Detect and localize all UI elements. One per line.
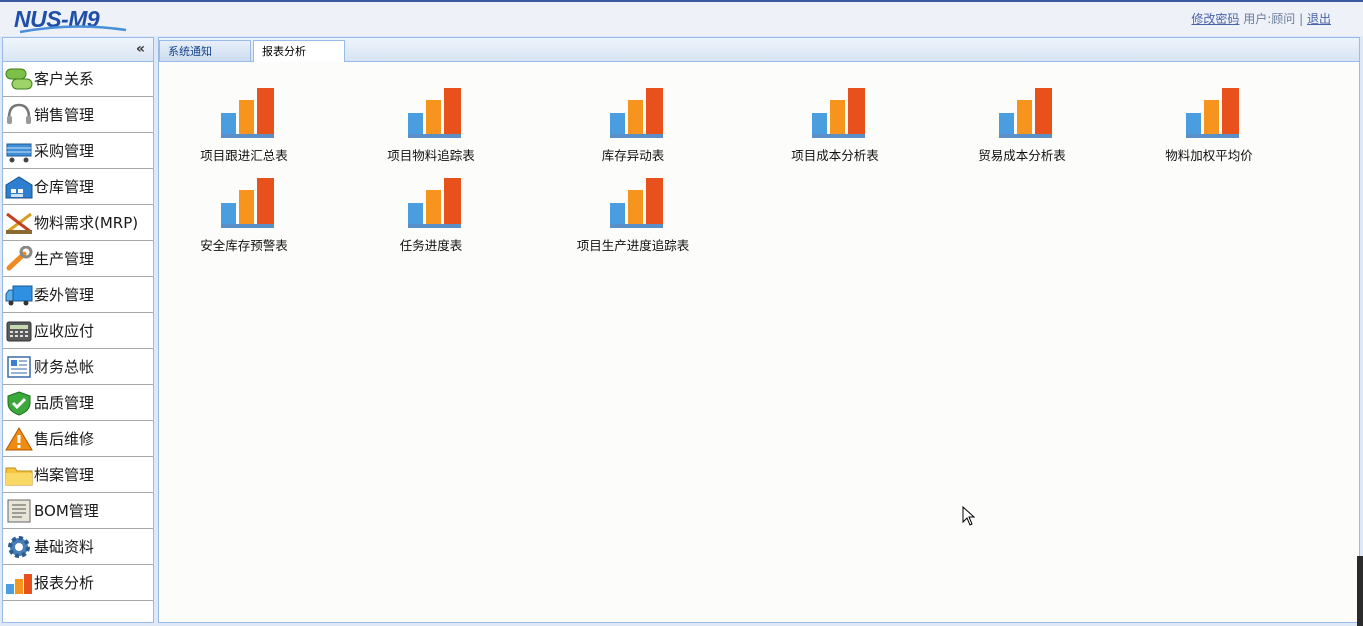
toolbar-separator: | — [1299, 12, 1304, 26]
sidebar: « 客户关系 销售管理 采购管理 仓库管理 物料需求(MRP) 生产管理 委外管… — [2, 37, 154, 623]
sidebar-item-label: 委外管理 — [34, 286, 95, 304]
sidebar-item-label: 物料需求(MRP) — [34, 214, 139, 232]
collapse-sidebar-icon[interactable]: « — [136, 41, 145, 57]
mouse-cursor-icon — [962, 506, 976, 526]
user-label: 用户:顾问 — [1243, 12, 1296, 26]
report-inventory-change[interactable]: 库存异动表 — [563, 87, 703, 167]
report-project-followup[interactable]: 项目跟进汇总表 — [174, 87, 314, 167]
header-bar: NUS-M9 修改密码 用户:顾问 | 退出 — [0, 0, 1363, 36]
bar-chart-icon — [408, 88, 461, 138]
report-label: 项目物料追踪表 — [387, 148, 475, 163]
sidebar-item-mrp[interactable]: 物料需求(MRP) — [3, 206, 153, 241]
sidebar-item-purchasing[interactable]: 采购管理 — [3, 134, 153, 169]
report-production-progress-trace[interactable]: 项目生产进度追踪表 — [563, 177, 703, 257]
report-label: 任务进度表 — [399, 238, 463, 253]
wrench-icon — [6, 246, 33, 271]
report-project-material-trace[interactable]: 项目物料追踪表 — [361, 87, 501, 167]
logout-link[interactable]: 退出 — [1307, 12, 1331, 26]
tab-bar: 系统通知 报表分析 — [159, 38, 1359, 62]
bar-chart-icon — [221, 88, 274, 138]
sidebar-item-label: 报表分析 — [34, 574, 95, 592]
bar-chart-icon — [610, 178, 663, 228]
tab-system-notice[interactable]: 系统通知 — [159, 40, 251, 61]
sidebar-item-label: 销售管理 — [34, 106, 95, 124]
sidebar-item-label: 档案管理 — [34, 466, 95, 484]
tools-icon — [6, 212, 32, 234]
sidebar-item-label: BOM管理 — [34, 502, 99, 520]
sidebar-item-label: 售后维修 — [34, 430, 95, 448]
bar-chart-icon — [1186, 88, 1239, 138]
sidebar-item-ledger[interactable]: 财务总帐 — [3, 350, 153, 385]
sidebar-item-reports[interactable]: 报表分析 — [3, 566, 153, 601]
sidebar-item-label: 应收应付 — [34, 322, 95, 340]
bar-chart-icon — [6, 574, 32, 594]
sidebar-item-label: 客户关系 — [34, 70, 95, 88]
sidebar-item-bom[interactable]: BOM管理 — [3, 494, 153, 529]
bar-chart-icon — [999, 88, 1052, 138]
sidebar-header: « — [3, 38, 153, 62]
truck-icon — [5, 285, 33, 306]
report-trade-cost[interactable]: 贸易成本分析表 — [952, 87, 1092, 167]
bar-chart-icon — [812, 88, 865, 138]
report-task-progress[interactable]: 任务进度表 — [361, 177, 501, 257]
sidebar-item-label: 采购管理 — [34, 142, 95, 160]
report-label: 安全库存预警表 — [200, 238, 288, 253]
report-project-cost[interactable]: 项目成本分析表 — [765, 87, 905, 167]
tab-report-analysis[interactable]: 报表分析 — [253, 40, 345, 62]
cart-icon — [6, 143, 32, 163]
folder-icon — [5, 467, 33, 486]
scrollbar-edge — [1357, 556, 1363, 626]
shield-check-icon — [7, 391, 31, 416]
document-icon — [7, 499, 31, 523]
user-toolbar: 修改密码 用户:顾问 | 退出 — [1191, 10, 1331, 27]
sidebar-item-label: 生产管理 — [34, 250, 95, 268]
report-label: 物料加权平均价 — [1165, 148, 1253, 163]
report-label: 项目生产进度追踪表 — [576, 238, 690, 253]
report-label: 项目跟进汇总表 — [200, 148, 288, 163]
sidebar-item-label: 仓库管理 — [34, 178, 95, 196]
bar-chart-icon — [408, 178, 461, 228]
gear-icon — [8, 536, 30, 558]
bar-chart-icon — [221, 178, 274, 228]
sidebar-item-basic-data[interactable]: 基础资料 — [3, 530, 153, 565]
sidebar-item-sales[interactable]: 销售管理 — [3, 98, 153, 133]
sidebar-item-receivables[interactable]: 应收应付 — [3, 314, 153, 349]
headset-icon — [7, 103, 31, 124]
calculator-icon — [6, 321, 32, 342]
report-weighted-avg-price[interactable]: 物料加权平均价 — [1139, 87, 1279, 167]
report-label: 库存异动表 — [601, 148, 665, 163]
report-label: 项目成本分析表 — [791, 148, 879, 163]
report-safety-stock-warning[interactable]: 安全库存预警表 — [174, 177, 314, 257]
sidebar-item-label: 品质管理 — [34, 394, 95, 412]
sidebar-item-archive[interactable]: 档案管理 — [3, 458, 153, 493]
sidebar-item-label: 财务总帐 — [34, 358, 95, 376]
bar-chart-icon — [610, 88, 663, 138]
logo-swoosh-icon — [19, 25, 127, 34]
customer-relations-icon — [5, 68, 33, 90]
ledger-icon — [7, 356, 31, 378]
sidebar-item-production[interactable]: 生产管理 — [3, 242, 153, 277]
warehouse-icon — [5, 176, 33, 199]
warning-icon — [5, 427, 33, 451]
sidebar-item-label: 基础资料 — [34, 538, 95, 556]
change-password-link[interactable]: 修改密码 — [1191, 12, 1239, 26]
sidebar-item-warehouse[interactable]: 仓库管理 — [3, 170, 153, 205]
sidebar-item-outsourcing[interactable]: 委外管理 — [3, 278, 153, 313]
sidebar-item-customer-relations[interactable]: 客户关系 — [3, 62, 153, 97]
sidebar-item-aftersales[interactable]: 售后维修 — [3, 422, 153, 457]
main-panel: 系统通知 报表分析 项目跟进汇总表 项目物料追踪表 库存异动表 项目成本分析表 贸易成本… — [158, 37, 1360, 623]
report-label: 贸易成本分析表 — [978, 148, 1066, 163]
sidebar-item-quality[interactable]: 品质管理 — [3, 386, 153, 421]
